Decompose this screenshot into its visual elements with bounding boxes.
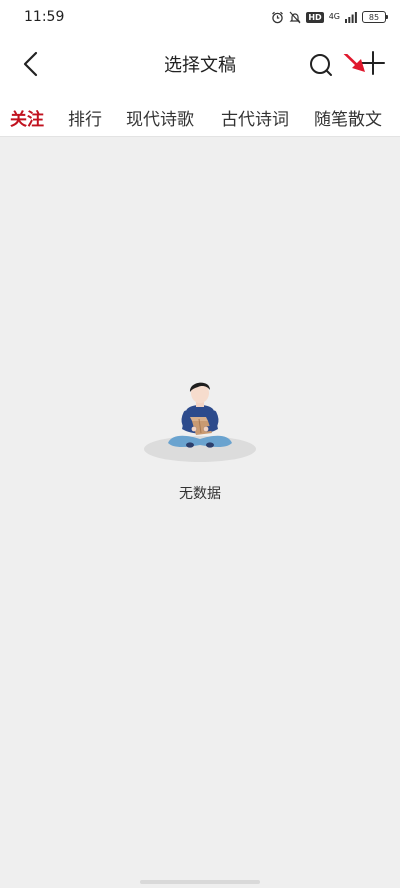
network-4g-icon: 4G — [328, 12, 340, 21]
status-time: 11:59 — [24, 9, 65, 25]
battery-icon: 85 — [362, 11, 388, 23]
status-icons: HD 4G 85 — [271, 9, 388, 25]
signal-icon — [345, 11, 357, 23]
tab-classical-poetry[interactable]: 古代诗词 — [221, 105, 289, 136]
tab-essays[interactable]: 随笔散文 — [314, 105, 382, 136]
content-area: 无数据 — [0, 137, 400, 888]
tab-modern-poetry[interactable]: 现代诗歌 — [126, 105, 194, 136]
category-tabs: 关注 排行 现代诗歌 古代诗词 随笔散文 — [0, 94, 400, 137]
status-bar: 11:59 HD 4G 85 — [0, 0, 400, 34]
empty-state-message: 无数据 — [179, 486, 221, 502]
alarm-icon — [271, 11, 284, 24]
mute-icon — [289, 11, 301, 24]
home-indicator — [140, 880, 260, 884]
annotation-arrow-icon — [343, 54, 365, 72]
person-with-box-illustration — [144, 382, 256, 462]
tab-follow[interactable]: 关注 — [10, 105, 44, 136]
hd-icon: HD — [306, 11, 324, 23]
nav-bar: 选择文稿 — [0, 34, 400, 94]
tab-ranking[interactable]: 排行 — [68, 105, 102, 136]
